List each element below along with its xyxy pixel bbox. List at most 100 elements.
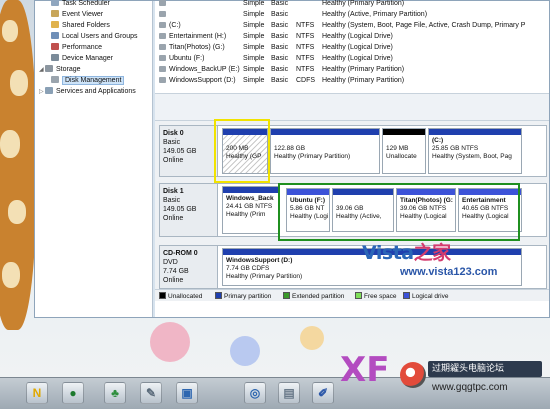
volume-name (159, 0, 169, 9)
disk-name: Disk 0 (163, 130, 184, 137)
volume-type: Basic (271, 44, 289, 51)
taskbar-button[interactable]: ♣ (104, 382, 126, 404)
volume-name (159, 10, 169, 20)
volume-layout: Simple (243, 66, 265, 73)
legend-item: Free space (355, 292, 397, 301)
taskbar-button[interactable]: ▤ (278, 382, 300, 404)
highlight-box-yellow (214, 119, 270, 183)
legend-swatch (283, 292, 290, 299)
disk-size: 149.05 GB (163, 206, 197, 213)
wallpaper-bubble (300, 326, 324, 350)
wallpaper-bubble (230, 336, 260, 366)
disk-size: 7.74 GB (163, 268, 189, 275)
volume-status: Healthy (Active, Primary Partition) (322, 11, 428, 18)
volume-name: Entertainment (H:) (159, 32, 226, 42)
legend-item: Extended partition (283, 292, 344, 301)
tree-item-device-manager[interactable]: Device Manager (51, 54, 113, 64)
event-viewer-icon (51, 10, 59, 17)
disk-type: Basic (163, 139, 181, 146)
volume-icon (159, 22, 166, 28)
wallpaper-spot (2, 20, 18, 42)
volume-row[interactable]: (C:) Simple Basic NTFS Healthy (System, Boot… (155, 21, 549, 31)
volume-type: Basic (271, 33, 289, 40)
volume-row[interactable]: WindowsSupport (D:) Simple Basic CDFS Health… (155, 76, 549, 86)
disk-state: Online (163, 215, 184, 222)
tree-item-task-scheduler[interactable]: Task Scheduler (51, 0, 110, 9)
volume-fs: NTFS (296, 22, 315, 29)
volume-layout: Simple (243, 77, 265, 84)
taskbar-button[interactable]: ▣ (176, 382, 198, 404)
volume-name: (C:) (159, 21, 181, 31)
volume-layout: Simple (243, 33, 265, 40)
performance-icon (51, 43, 59, 50)
tree-item-disk-management[interactable]: Disk Management (51, 76, 125, 86)
volume-icon (159, 66, 166, 72)
wallpaper-spot (8, 200, 26, 224)
volume-status: Healthy (Logical Drive) (322, 55, 393, 62)
volume-layout: Simple (243, 22, 265, 29)
volume-row[interactable]: Simple Basic Healthy (Primary Partition) (155, 0, 549, 9)
partition[interactable]: (C:) 25.85 GB NTFS Healthy (System, Boot, … (428, 128, 522, 174)
volume-layout: Simple (243, 0, 265, 7)
volume-status: Healthy (Primary Partition) (322, 66, 405, 73)
tree-item-services-applications[interactable]: ▷ Services and Applications (39, 87, 136, 97)
disk-name: Disk 1 (163, 188, 184, 195)
partition[interactable]: 122.88 GB Healthy (Primary Partition) (270, 128, 380, 174)
volume-icon (159, 33, 166, 39)
badge-url: www.gqgtpc.com (432, 382, 508, 393)
window-icon: ▣ (181, 386, 193, 400)
volume-status: Healthy (System, Boot, Page File, Active… (322, 22, 526, 29)
taskbar-button[interactable]: ● (62, 382, 84, 404)
users-icon (51, 32, 59, 39)
volume-name: Ubuntu (F:) (159, 54, 204, 64)
legend-swatch (215, 292, 222, 299)
legend-swatch (403, 292, 410, 299)
legend-item: Unallocated (159, 292, 202, 301)
watermark-xf-logo: XF (340, 350, 390, 390)
volume-icon (159, 55, 166, 61)
volume-layout: Simple (243, 55, 265, 62)
volume-row[interactable]: Titan(Photos) (G:) Simple Basic NTFS Healthy… (155, 43, 549, 53)
disk-management-icon (51, 76, 59, 83)
volume-row[interactable]: Windows_BackUP (E:) Simple Basic NTFS Health… (155, 65, 549, 75)
volume-icon (159, 0, 166, 6)
taskbar-button[interactable]: ◎ (244, 382, 266, 404)
tree-item-shared-folders[interactable]: Shared Folders (51, 21, 110, 31)
legend-item: Logical drive (403, 292, 449, 301)
volume-type: Basic (271, 11, 289, 18)
volume-row[interactable]: Ubuntu (F:) Simple Basic NTFS Healthy (Logic… (155, 54, 549, 64)
volume-row[interactable]: Entertainment (H:) Simple Basic NTFS Healthy… (155, 32, 549, 42)
partition[interactable]: 129 MB Unallocate (382, 128, 426, 174)
volume-type: Basic (271, 55, 289, 62)
tree-item-local-users[interactable]: Local Users and Groups (51, 32, 137, 42)
volume-fs: NTFS (296, 66, 315, 73)
paint-icon: ✐ (317, 386, 329, 400)
tree-item-storage[interactable]: ◢ Storage (39, 65, 81, 75)
tree-item-performance[interactable]: Performance (51, 43, 102, 53)
disk-label[interactable]: Disk 0 Basic 149.05 GB Online (160, 126, 218, 176)
volume-status: Healthy (Logical Drive) (322, 44, 393, 51)
shared-folders-icon (51, 21, 59, 28)
volume-type: Basic (271, 77, 289, 84)
pen-icon: ✎ (145, 386, 157, 400)
volume-name: Titan(Photos) (G:) (159, 43, 225, 53)
disk-label[interactable]: Disk 1 Basic 149.05 GB Online (160, 184, 218, 236)
start-n-icon: N (32, 386, 42, 400)
volume-name: WindowsSupport (D:) (159, 76, 236, 86)
watermark-vista-url: www.vista123.com (400, 266, 498, 278)
disk-type: DVD (163, 259, 178, 266)
taskbar-button[interactable]: ✎ (140, 382, 162, 404)
volume-row[interactable]: Simple Basic Healthy (Active, Primary Part… (155, 10, 549, 20)
pane-splitter[interactable] (155, 93, 549, 121)
partition[interactable]: Windows_Back 24.41 GB NTFS Healthy (Prim (222, 186, 280, 234)
media-icon: ● (69, 386, 77, 400)
volume-fs: NTFS (296, 44, 315, 51)
taskbar-button[interactable]: ✐ (312, 382, 334, 404)
volume-type: Basic (271, 0, 289, 7)
watermark-vista: Vista之家 (362, 242, 451, 264)
taskbar-button[interactable]: N (26, 382, 48, 404)
disk-label[interactable]: CD-ROM 0 DVD 7.74 GB Online (160, 246, 218, 288)
volume-type: Basic (271, 22, 289, 29)
watermark-badge: 过期糴头电脑论坛 www.gqgtpc.com (398, 358, 548, 404)
tree-item-event-viewer[interactable]: Event Viewer (51, 10, 103, 20)
